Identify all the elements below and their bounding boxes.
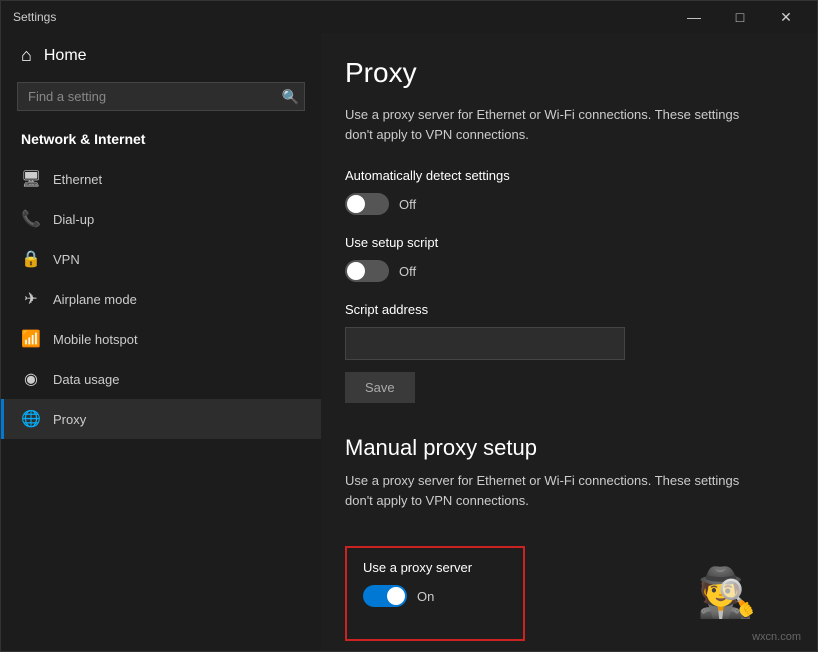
title-bar-controls: — □ ✕ xyxy=(671,1,809,33)
window-title: Settings xyxy=(13,10,56,24)
setup-toggle-status: Off xyxy=(399,264,416,279)
search-icon[interactable]: 🔍 xyxy=(282,88,299,105)
save-button[interactable]: Save xyxy=(345,372,415,403)
proxy-server-toggle-knob xyxy=(387,587,405,605)
proxy-server-toggle[interactable] xyxy=(363,585,407,607)
title-bar: Settings — □ ✕ xyxy=(1,1,817,33)
manual-description: Use a proxy server for Ethernet or Wi-Fi… xyxy=(345,471,765,510)
sidebar-item-airplane[interactable]: ✈ Airplane mode xyxy=(1,279,321,319)
proxy-server-label: Use a proxy server xyxy=(363,560,507,575)
sidebar-item-ethernet[interactable]: 🖥 Ethernet xyxy=(1,159,321,199)
sidebar-item-proxy[interactable]: 🌐 Proxy xyxy=(1,399,321,439)
sidebar-item-label: Data usage xyxy=(53,372,120,387)
vpn-icon: 🔒 xyxy=(21,249,41,269)
sidebar-item-hotspot[interactable]: 📶 Mobile hotspot xyxy=(1,319,321,359)
airplane-icon: ✈ xyxy=(21,289,41,309)
minimize-button[interactable]: — xyxy=(671,1,717,33)
right-content: Proxy Use a proxy server for Ethernet or… xyxy=(321,33,817,651)
search-input[interactable] xyxy=(17,82,305,111)
setup-toggle[interactable] xyxy=(345,260,389,282)
detect-toggle-knob xyxy=(347,195,365,213)
hotspot-icon: 📶 xyxy=(21,329,41,349)
script-address-label: Script address xyxy=(345,302,785,317)
mascot-image: 🕵️ xyxy=(697,564,757,621)
manual-proxy-heading: Manual proxy setup xyxy=(345,435,785,461)
dialup-icon: 📞 xyxy=(21,209,41,229)
home-label: Home xyxy=(44,47,87,65)
automatic-description: Use a proxy server for Ethernet or Wi-Fi… xyxy=(345,105,765,144)
sidebar-section-title: Network & Internet xyxy=(1,123,321,159)
sidebar-item-dialup[interactable]: 📞 Dial-up xyxy=(1,199,321,239)
sidebar: ⌂ Home 🔍 Network & Internet 🖥 Ethernet 📞… xyxy=(1,33,321,651)
data-usage-icon: ◉ xyxy=(21,369,41,389)
detect-toggle[interactable] xyxy=(345,193,389,215)
main-content: ⌂ Home 🔍 Network & Internet 🖥 Ethernet 📞… xyxy=(1,33,817,651)
setup-script-label: Use setup script xyxy=(345,235,785,250)
setup-toggle-knob xyxy=(347,262,365,280)
sidebar-item-label: Airplane mode xyxy=(53,292,137,307)
sidebar-search-container: 🔍 xyxy=(17,82,305,111)
sidebar-item-home[interactable]: ⌂ Home xyxy=(1,33,321,78)
proxy-server-box: Use a proxy server On xyxy=(345,546,525,641)
detect-toggle-status: Off xyxy=(399,197,416,212)
script-address-input[interactable] xyxy=(345,327,625,360)
detect-settings-label: Automatically detect settings xyxy=(345,168,785,183)
setup-toggle-row: Off xyxy=(345,260,785,282)
close-button[interactable]: ✕ xyxy=(763,1,809,33)
watermark: wxcn.com xyxy=(752,631,801,643)
sidebar-item-data-usage[interactable]: ◉ Data usage xyxy=(1,359,321,399)
ethernet-icon: 🖥 xyxy=(21,169,41,189)
sidebar-item-label: Ethernet xyxy=(53,172,102,187)
proxy-server-toggle-row: On xyxy=(363,585,507,607)
detect-toggle-row: Off xyxy=(345,193,785,215)
sidebar-item-label: Proxy xyxy=(53,412,86,427)
right-panel: Proxy Use a proxy server for Ethernet or… xyxy=(321,33,817,651)
proxy-server-toggle-status: On xyxy=(417,589,434,604)
sidebar-item-label: Dial-up xyxy=(53,212,94,227)
sidebar-item-label: VPN xyxy=(53,252,80,267)
maximize-button[interactable]: □ xyxy=(717,1,763,33)
sidebar-item-label: Mobile hotspot xyxy=(53,332,138,347)
sidebar-item-vpn[interactable]: 🔒 VPN xyxy=(1,239,321,279)
settings-window: Settings — □ ✕ ⌂ Home 🔍 Network & Intern… xyxy=(0,0,818,652)
proxy-icon: 🌐 xyxy=(21,409,41,429)
page-title: Proxy xyxy=(345,57,785,89)
home-icon: ⌂ xyxy=(21,45,32,66)
